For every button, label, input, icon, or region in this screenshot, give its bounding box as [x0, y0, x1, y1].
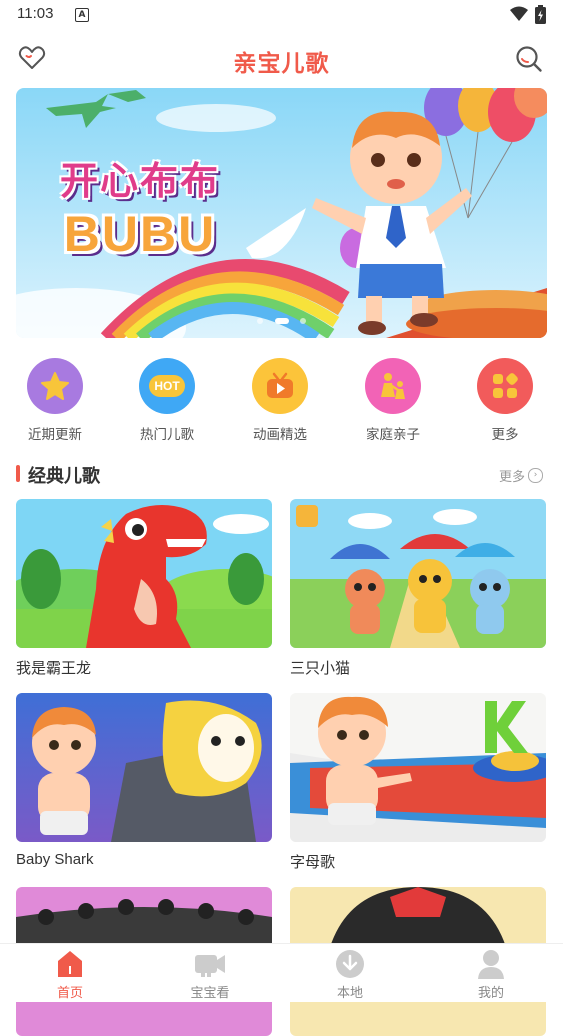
video-card[interactable]: 三只小猫	[290, 499, 546, 678]
notification-icon: A	[75, 8, 89, 22]
download-icon	[300, 948, 400, 980]
home-icon	[20, 948, 120, 980]
carousel-dot[interactable]	[274, 318, 289, 324]
tab-label: 宝宝看	[190, 986, 230, 1001]
category-label: 热门儿歌	[140, 427, 194, 443]
family-icon	[365, 358, 421, 414]
category-more[interactable]: 更多	[460, 358, 550, 443]
video-card[interactable]: 我是霸王龙	[16, 499, 272, 678]
wifi-icon	[510, 6, 528, 21]
tab-label: 我的	[477, 986, 504, 1001]
status-bar: 11:03 A	[0, 0, 563, 30]
search-icon[interactable]	[515, 45, 543, 73]
section-more-link[interactable]: 更多 ›	[499, 466, 543, 485]
video-thumbnail[interactable]	[16, 693, 272, 842]
tv-icon	[252, 358, 308, 414]
more-label: 更多	[498, 470, 525, 485]
carousel-dots	[16, 309, 547, 328]
status-time: 11:03	[17, 5, 54, 22]
category-animation[interactable]: 动画精选	[235, 358, 325, 443]
banner-slogan: 开心布布	[59, 159, 220, 203]
video-card[interactable]: Baby Shark	[16, 693, 272, 868]
promo-banner[interactable]: 开心布布 BUBU	[16, 88, 547, 338]
video-title: 字母歌	[290, 854, 336, 871]
tab-profile[interactable]: 我的	[441, 948, 541, 1001]
page-title: 亲宝儿歌	[233, 51, 330, 77]
user-icon	[441, 948, 541, 980]
tab-label: 首页	[56, 986, 83, 1001]
category-shortcuts: 近期更新 HOT 热门儿歌 动画精选 家庭亲子 更多	[0, 358, 563, 448]
tab-watch[interactable]: 宝宝看	[160, 948, 260, 1001]
video-card[interactable]: 字母歌	[290, 693, 546, 872]
video-title: 三只小猫	[290, 660, 351, 677]
category-label: 动画精选	[253, 427, 307, 443]
carousel-dot[interactable]	[299, 318, 306, 324]
bottom-tab-bar: 首页 宝宝看 本地 我的	[0, 943, 563, 1002]
category-hot[interactable]: HOT 热门儿歌	[122, 358, 212, 443]
app-header: 亲宝儿歌	[0, 30, 563, 88]
chevron-right-icon: ›	[528, 468, 543, 483]
hot-icon: HOT	[139, 358, 195, 414]
category-label: 更多	[491, 427, 519, 443]
banner-brand: BUBU	[63, 206, 217, 262]
video-title: 我是霸王龙	[16, 660, 92, 677]
section-header: 经典儿歌 更多 ›	[16, 462, 547, 490]
video-title: Baby Shark	[16, 851, 94, 868]
section-accent-bar	[16, 465, 20, 482]
category-recent[interactable]: 近期更新	[10, 358, 100, 443]
carousel-dot[interactable]	[257, 318, 264, 324]
video-thumbnail[interactable]	[16, 499, 272, 648]
camera-icon	[160, 948, 260, 980]
category-family[interactable]: 家庭亲子	[348, 358, 438, 443]
tab-local[interactable]: 本地	[300, 948, 400, 1001]
battery-icon	[535, 5, 546, 24]
section-title: 经典儿歌	[28, 466, 100, 487]
tab-home[interactable]: 首页	[20, 948, 120, 1001]
star-icon	[27, 358, 83, 414]
tab-label: 本地	[336, 986, 363, 1001]
category-label: 近期更新	[28, 427, 82, 443]
video-thumbnail[interactable]	[290, 499, 546, 648]
banner-logo: 开心布布 BUBU	[40, 150, 240, 263]
grid-icon	[477, 358, 533, 414]
video-thumbnail[interactable]	[290, 693, 546, 842]
category-label: 家庭亲子	[366, 427, 420, 443]
